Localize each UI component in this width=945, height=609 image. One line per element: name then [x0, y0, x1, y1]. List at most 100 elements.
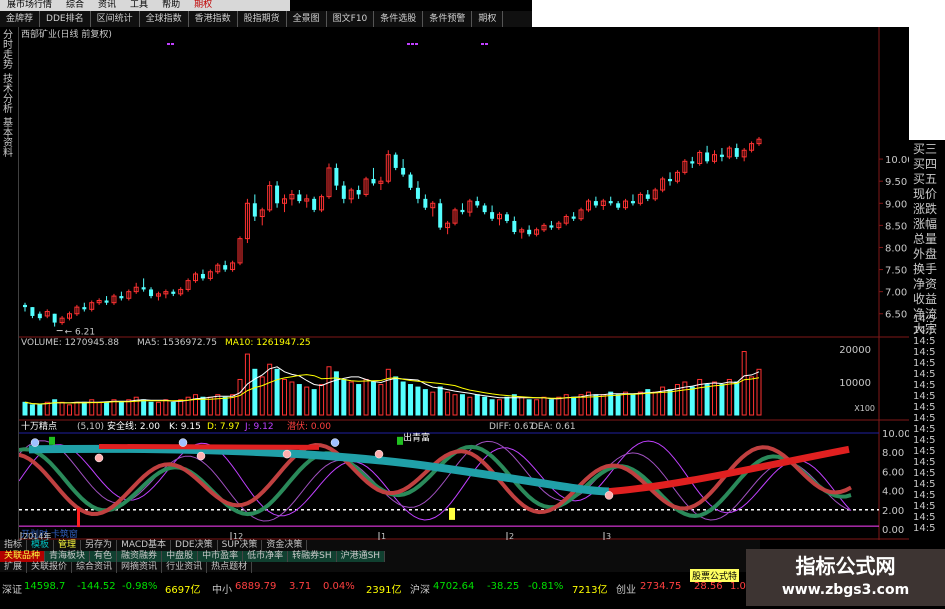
tab-condition-alert[interactable]: 条件预警 [423, 11, 473, 27]
tab-hk-index[interactable]: 香港指数 [189, 11, 238, 27]
related-tab-5[interactable]: 中市盈率 [198, 551, 244, 562]
volume-bar [341, 378, 347, 416]
extend-tab-0[interactable]: 扩展 [0, 562, 28, 573]
menu-news[interactable]: 资讯 [91, 0, 123, 11]
candle-body [475, 201, 480, 206]
candle-body [37, 313, 42, 319]
volume-bar [704, 384, 710, 416]
candle-body [252, 203, 257, 217]
volume-bar [459, 394, 465, 416]
tab-f10[interactable]: 图文F10 [327, 11, 375, 27]
tab-options[interactable]: 期权 [472, 11, 504, 27]
volume-bar [37, 404, 43, 416]
volume-bar [571, 396, 577, 416]
price-tick-label: 9.50 [885, 177, 907, 188]
promo-badge[interactable]: 股票公式特 [690, 569, 740, 582]
chart-area[interactable]: 西部矿业(日线 前复权)10.009.509.008.508.007.507.0… [19, 27, 909, 540]
bottom-tab-6[interactable]: SUP决策 [218, 540, 263, 551]
extend-tab-4[interactable]: 行业资讯 [162, 562, 208, 573]
candle-body [668, 178, 673, 182]
quote-panel: 买三 买四 买五 现价 涨跌 涨幅 总量 外盘 换手 净资 收益 净流 大宗 14:5 14:5 14:5 14… [909, 140, 945, 540]
indicator-tick-label: 6.00 [882, 467, 904, 478]
tab-dde-rank[interactable]: DDE排名 [40, 11, 91, 27]
tab-panorama[interactable]: 全景图 [287, 11, 327, 27]
candle-body [512, 220, 517, 232]
candle-body [616, 203, 621, 208]
candle-body [141, 287, 146, 290]
menu-market[interactable]: 展市场行情 [0, 0, 59, 11]
bottom-tab-0[interactable]: 指标 [0, 540, 28, 551]
volume-tick-label: 10000 [839, 378, 871, 389]
bottom-tab-7[interactable]: 资金决策 [262, 540, 308, 551]
related-tab-2[interactable]: 有色 [90, 551, 118, 562]
candle-body [423, 198, 428, 208]
candle-body [645, 194, 650, 199]
bottom-tabs-row3: 扩展 关联报价 综合资讯 网摘资讯 行业资讯 热点题材 [0, 562, 253, 573]
side-tab-fundamental[interactable]: 基本资料 [3, 119, 16, 159]
bottom-tab-2[interactable]: 管理 [54, 540, 82, 551]
indicator-j: J: 9.12 [244, 422, 274, 432]
extend-tab-5[interactable]: 热点题材 [207, 562, 253, 573]
bottom-tab-1[interactable]: 模板 [27, 540, 55, 551]
candle-body [119, 296, 124, 299]
volume-bar [356, 384, 362, 416]
volume-bar [548, 399, 554, 416]
time-axis-label: 12 [233, 532, 243, 540]
indicator-params: (5,10) [77, 422, 104, 432]
time-tick-label: 14:5 [913, 402, 936, 413]
time-tick-label: 14:5 [913, 446, 936, 457]
tab-index-futures[interactable]: 股指期货 [238, 11, 287, 27]
extend-tab-3[interactable]: 网摘资讯 [117, 562, 163, 573]
time-tick-label: 14:5 [913, 369, 936, 380]
candle-body [705, 152, 710, 162]
candle-body [334, 167, 339, 186]
side-tab-technical[interactable]: 技术分析 [3, 75, 16, 115]
related-tab-1[interactable]: 青海板块 [45, 551, 91, 562]
extend-tab-2[interactable]: 综合资讯 [72, 562, 118, 573]
indicator-tick-label: 8.00 [882, 448, 904, 459]
indicator-tick-label: 10.00 [882, 429, 909, 440]
related-tab-7[interactable]: 转融券SH [288, 551, 337, 562]
related-tab-6[interactable]: 低市净率 [243, 551, 289, 562]
tab-interval-stats[interactable]: 区间统计 [91, 11, 140, 27]
side-tab-timeshare[interactable]: 分时走势 [3, 31, 16, 71]
related-tab-0[interactable]: 关联品种 [0, 551, 46, 562]
price-tick-label: 9.00 [885, 199, 907, 210]
volume-bar [593, 394, 599, 416]
menu-tools[interactable]: 工具 [123, 0, 155, 11]
volume-tick-label: 20000 [839, 345, 871, 356]
indicator-tick-label: 2.00 [882, 506, 904, 517]
related-tab-4[interactable]: 中盘股 [162, 551, 199, 562]
chart-canvas[interactable]: 西部矿业(日线 前复权)10.009.509.008.508.007.507.0… [19, 27, 909, 540]
volume-bar [141, 399, 147, 416]
watermark-url: www.zbgs3.com [781, 582, 910, 598]
tab-global-index[interactable]: 全球指数 [140, 11, 189, 27]
bottom-tab-3[interactable]: 另存为 [81, 540, 118, 551]
extend-tab-1[interactable]: 关联报价 [27, 562, 73, 573]
indicator-diff: DIFF: 0.67 [489, 422, 534, 432]
indicator-name: 十万精点 [21, 420, 57, 432]
tab-gold-pick[interactable]: 金牌荐 [0, 11, 41, 27]
related-tab-3[interactable]: 融资融券 [117, 551, 163, 562]
bottom-tab-4[interactable]: MACD基本 [117, 540, 172, 551]
menu-comprehensive[interactable]: 综合 [59, 0, 91, 11]
bottom-tab-5[interactable]: DDE决策 [171, 540, 218, 551]
related-tab-8[interactable]: 沪港通SH [336, 551, 386, 562]
tab-condition-select[interactable]: 条件选股 [374, 11, 424, 27]
volume-ma10: MA10: 1261947.25 [225, 338, 311, 348]
signal-flag [49, 436, 55, 445]
hs-pct: -0.81% [528, 581, 564, 592]
candle-body [104, 300, 109, 303]
volume-unit-label: X100 [854, 404, 875, 413]
time-tick-label: 14:5 [913, 347, 936, 358]
menu-options[interactable]: 期权 [187, 0, 219, 11]
time-tick-label: 14:5 [913, 314, 936, 325]
candle-body [149, 289, 154, 297]
bottom-tabs-row1: 指标 模板 管理 另存为 MACD基本 DDE决策 SUP决策 资金决策 [0, 540, 308, 551]
indicator-dea: DEA: 0.61 [531, 422, 576, 432]
price-tick-label: 8.00 [885, 243, 907, 254]
candle-body [275, 185, 280, 204]
candle-body [52, 313, 57, 323]
menu-help[interactable]: 帮助 [155, 0, 187, 11]
candle-body [223, 265, 228, 270]
